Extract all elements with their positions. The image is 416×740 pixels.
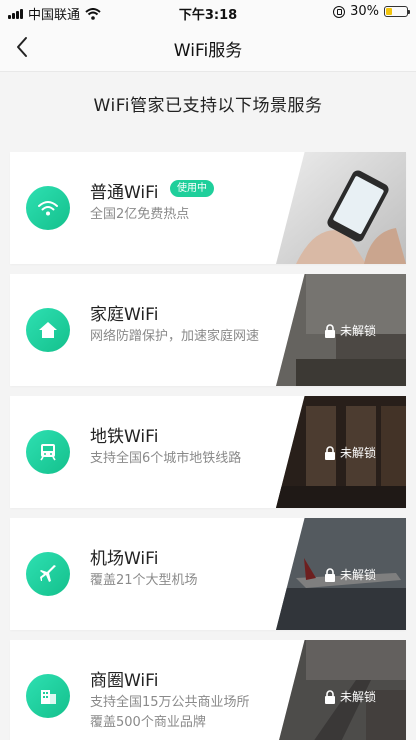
card-icon-circle bbox=[26, 186, 70, 230]
orientation-lock-icon bbox=[333, 5, 346, 18]
card-subtitle: 全国2亿免费热点 bbox=[90, 207, 190, 222]
lock-label: 未解锁 bbox=[340, 568, 377, 582]
lock-icon bbox=[325, 445, 335, 460]
card-subtitle: 支持全国6个城市地铁线路 bbox=[90, 451, 242, 466]
card-icon-circle bbox=[26, 430, 70, 474]
card-icon-circle bbox=[26, 674, 70, 718]
status-bar: 中国联通 下午3:18 30% bbox=[0, 0, 416, 23]
card-photo-airport: 未解锁 bbox=[276, 518, 406, 630]
card-icon-circle bbox=[26, 552, 70, 596]
subway-icon bbox=[40, 444, 56, 461]
service-card-airport-wifi[interactable]: 机场WiFi 覆盖21个大型机场 未解锁 bbox=[10, 518, 406, 630]
lock-label: 未解锁 bbox=[340, 446, 377, 460]
lock-icon bbox=[325, 323, 335, 338]
card-subtitle: 覆盖21个大型机场 bbox=[90, 573, 198, 588]
card-title: 家庭WiFi bbox=[90, 305, 159, 325]
headline: WiFi管家已支持以下场景服务 bbox=[93, 96, 323, 116]
card-title: 商圈WiFi bbox=[90, 671, 159, 691]
card-subtitle-line2: 覆盖500个商业品牌 bbox=[90, 715, 206, 730]
battery-icon bbox=[384, 6, 410, 17]
card-title: 地铁WiFi bbox=[90, 427, 159, 447]
card-photo-mall: 未解锁 bbox=[276, 640, 406, 740]
in-use-badge: 使用中 bbox=[170, 180, 214, 197]
card-title: 机场WiFi bbox=[90, 549, 159, 569]
card-photo-subway: 未解锁 bbox=[276, 396, 406, 508]
service-card-mall-wifi[interactable]: 商圈WiFi 支持全国15万公共商业场所 覆盖500个商业品牌 未解锁 bbox=[10, 640, 406, 740]
building-icon bbox=[41, 690, 56, 704]
lock-icon bbox=[325, 689, 335, 704]
home-icon bbox=[39, 322, 57, 338]
page-title: WiFi服务 bbox=[173, 41, 243, 61]
card-title: 普通WiFi bbox=[90, 183, 159, 203]
airplane-icon bbox=[40, 565, 56, 582]
locked-indicator: 未解锁 bbox=[324, 566, 376, 583]
card-subtitle-line1: 支持全国15万公共商业场所 bbox=[90, 695, 250, 710]
service-card-home-wifi[interactable]: 家庭WiFi 网络防蹭保护，加速家庭网速 未解锁 bbox=[10, 274, 406, 386]
nav-bar: WiFi服务 bbox=[0, 22, 416, 72]
lock-label: 未解锁 bbox=[340, 324, 377, 338]
lock-icon bbox=[325, 567, 335, 582]
card-photo-home: 未解锁 bbox=[276, 274, 406, 386]
battery-percent: 30% bbox=[350, 4, 379, 19]
card-photo-phone bbox=[276, 152, 406, 264]
locked-indicator: 未解锁 bbox=[324, 322, 376, 339]
wifi-icon bbox=[38, 201, 58, 216]
lock-label: 未解锁 bbox=[340, 690, 377, 704]
locked-indicator: 未解锁 bbox=[324, 688, 376, 705]
card-icon-circle bbox=[26, 308, 70, 352]
card-subtitle: 网络防蹭保护，加速家庭网速 bbox=[90, 329, 260, 344]
locked-indicator: 未解锁 bbox=[324, 444, 376, 461]
status-right: 30% bbox=[333, 4, 410, 19]
card-subtitle: 支持全国15万公共商业场所 覆盖500个商业品牌 bbox=[90, 693, 250, 733]
service-card-normal-wifi[interactable]: 普通WiFi 使用中 全国2亿免费热点 bbox=[10, 152, 406, 264]
service-card-subway-wifi[interactable]: 地铁WiFi 支持全国6个城市地铁线路 未解锁 bbox=[10, 396, 406, 508]
